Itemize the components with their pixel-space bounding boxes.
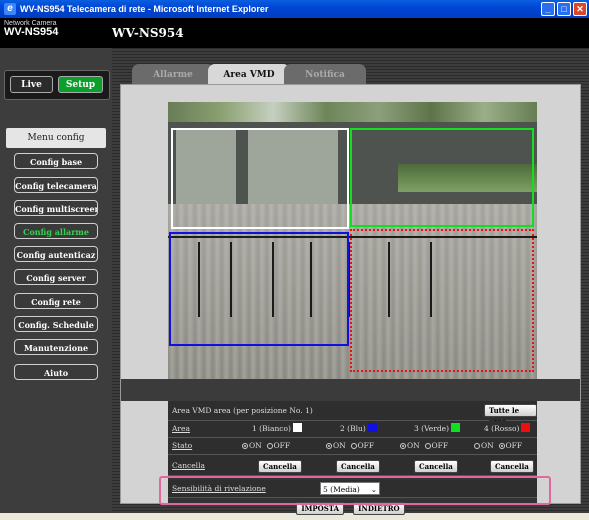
delete-row: Cancella Cancella Cancella Cancella Canc… — [168, 455, 537, 476]
nav-aiuto[interactable]: Aiuto — [14, 364, 98, 380]
delete-area-2-button[interactable]: Cancella — [336, 460, 380, 473]
nav-config-schedule[interactable]: Config. Schedule — [14, 316, 98, 332]
nav-config-multiscreen[interactable]: Config multiscreen — [14, 200, 98, 216]
tab-notifica[interactable]: Notifica — [284, 64, 366, 84]
nav-config-server[interactable]: Config server — [14, 269, 98, 285]
page-title: WV-NS954 — [112, 26, 184, 40]
delete-4-cell: Cancella — [490, 459, 534, 475]
brand-logo: Network Camera WV-NS954 — [4, 20, 58, 38]
area-1-cell: 1 (Bianco) — [252, 421, 302, 437]
area-3-label: 3 (Verde) — [414, 424, 449, 433]
area-4-cell: 4 (Rosso) — [484, 421, 531, 437]
delete-2-cell: Cancella — [336, 459, 380, 475]
maximize-button[interactable]: □ — [557, 2, 571, 16]
vmd-area-1-white[interactable] — [171, 128, 349, 229]
nav-manutenzione[interactable]: Manutenzione — [14, 339, 98, 355]
delete-area-1-button[interactable]: Cancella — [258, 460, 302, 473]
radio-off-label: OFF — [357, 441, 375, 450]
area-2-on-radio[interactable] — [326, 443, 332, 449]
table-separator — [121, 379, 580, 401]
window-title: WV-NS954 Telecamera di rete - Microsoft … — [20, 4, 269, 14]
mode-switch: Live Setup — [4, 70, 110, 100]
delete-3-cell: Cancella — [414, 459, 458, 475]
nav-config-allarme[interactable]: Config allarme — [14, 223, 98, 239]
area-1-state-cell: ON OFF — [242, 438, 290, 454]
radio-on-label: ON — [481, 441, 494, 450]
window-titlebar: e WV-NS954 Telecamera di rete - Microsof… — [0, 0, 589, 18]
area-3-off-radio[interactable] — [424, 443, 431, 449]
close-button[interactable]: ✕ — [573, 2, 587, 16]
area-4-state-cell: ON OFF — [474, 438, 522, 454]
area-1-off-radio[interactable] — [266, 443, 273, 449]
vmd-panel: Area VMD area (per posizione No. 1) Tutt… — [120, 84, 581, 515]
state-label: Stato — [172, 441, 193, 450]
area-3-cell: 3 (Verde) — [414, 421, 460, 437]
minimize-button[interactable]: _ — [541, 2, 555, 16]
camera-image[interactable] — [168, 102, 537, 379]
radio-on-label: ON — [333, 441, 346, 450]
ie-logo-icon: e — [4, 3, 16, 15]
delete-row-highlight — [159, 476, 551, 505]
delete-area-4-button[interactable]: Cancella — [490, 460, 534, 473]
area-4-label: 4 (Rosso) — [484, 424, 520, 433]
page-header: Network Camera WV-NS954 WV-NS954 — [0, 18, 589, 48]
radio-on-label: ON — [407, 441, 420, 450]
camera-trees — [168, 102, 537, 122]
live-button[interactable]: Live — [10, 76, 53, 93]
nav-config-autenticaz[interactable]: Config autenticaz — [14, 246, 98, 262]
radio-off-label: OFF — [431, 441, 449, 450]
area-label[interactable]: Area — [172, 421, 238, 437]
vmd-area-4-red[interactable] — [350, 229, 534, 372]
all-areas-button-wrap: Tutte le aree — [484, 404, 537, 426]
area-3-on-radio[interactable] — [400, 443, 406, 449]
area-3-color-icon — [451, 423, 460, 432]
area-row: Area 1 (Bianco) 2 (Blu) 3 (Verde) 4 (Ros… — [168, 421, 537, 438]
main-content: Allarme Area VMD Notifica Area VMD area … — [112, 48, 589, 515]
menu-heading: Menu config — [6, 128, 106, 148]
area-3-state-cell: ON OFF — [400, 438, 448, 454]
delete-label[interactable]: Cancella — [172, 455, 238, 471]
vmd-area-2-blue[interactable] — [169, 232, 349, 346]
area-2-color-icon — [367, 423, 377, 432]
area-2-state-cell: ON OFF — [326, 438, 374, 454]
browser-page: Network Camera WV-NS954 WV-NS954 Live Se… — [0, 18, 589, 515]
brand-model-text: WV-NS954 — [4, 26, 59, 38]
area-1-color-icon — [292, 423, 302, 432]
tab-area-vmd[interactable]: Area VMD — [208, 64, 290, 84]
area-2-cell: 2 (Blu) — [340, 421, 377, 437]
area-4-color-icon — [521, 423, 531, 432]
nav-config-rete[interactable]: Config rete — [14, 293, 98, 309]
state-row: Stato ON OFF ON OFF ON OFF ON OFF — [168, 438, 537, 455]
radio-off-label: OFF — [505, 441, 523, 450]
delete-area-3-button[interactable]: Cancella — [414, 460, 458, 473]
vmd-title: Area VMD area (per posizione No. 1) — [172, 406, 313, 415]
area-2-label: 2 (Blu) — [340, 424, 366, 433]
all-areas-button[interactable]: Tutte le aree — [484, 404, 537, 426]
vmd-area-3-green[interactable] — [350, 128, 534, 227]
radio-off-label: OFF — [273, 441, 291, 450]
area-1-on-radio[interactable] — [242, 443, 248, 449]
radio-on-label: ON — [249, 441, 262, 450]
area-4-off-radio[interactable] — [498, 443, 505, 449]
tab-allarme[interactable]: Allarme — [132, 64, 214, 84]
nav-config-base[interactable]: Config base — [14, 153, 98, 169]
setup-button[interactable]: Setup — [58, 76, 103, 93]
sidebar: Live Setup Menu config Config base Confi… — [0, 48, 112, 513]
area-1-label: 1 (Bianco) — [252, 424, 291, 433]
nav-config-telecamera[interactable]: Config telecamera — [14, 177, 98, 193]
area-4-on-radio[interactable] — [474, 443, 480, 449]
area-2-off-radio[interactable] — [350, 443, 357, 449]
table-title-row: Area VMD area (per posizione No. 1) Tutt… — [168, 401, 537, 426]
delete-1-cell: Cancella — [258, 459, 302, 475]
